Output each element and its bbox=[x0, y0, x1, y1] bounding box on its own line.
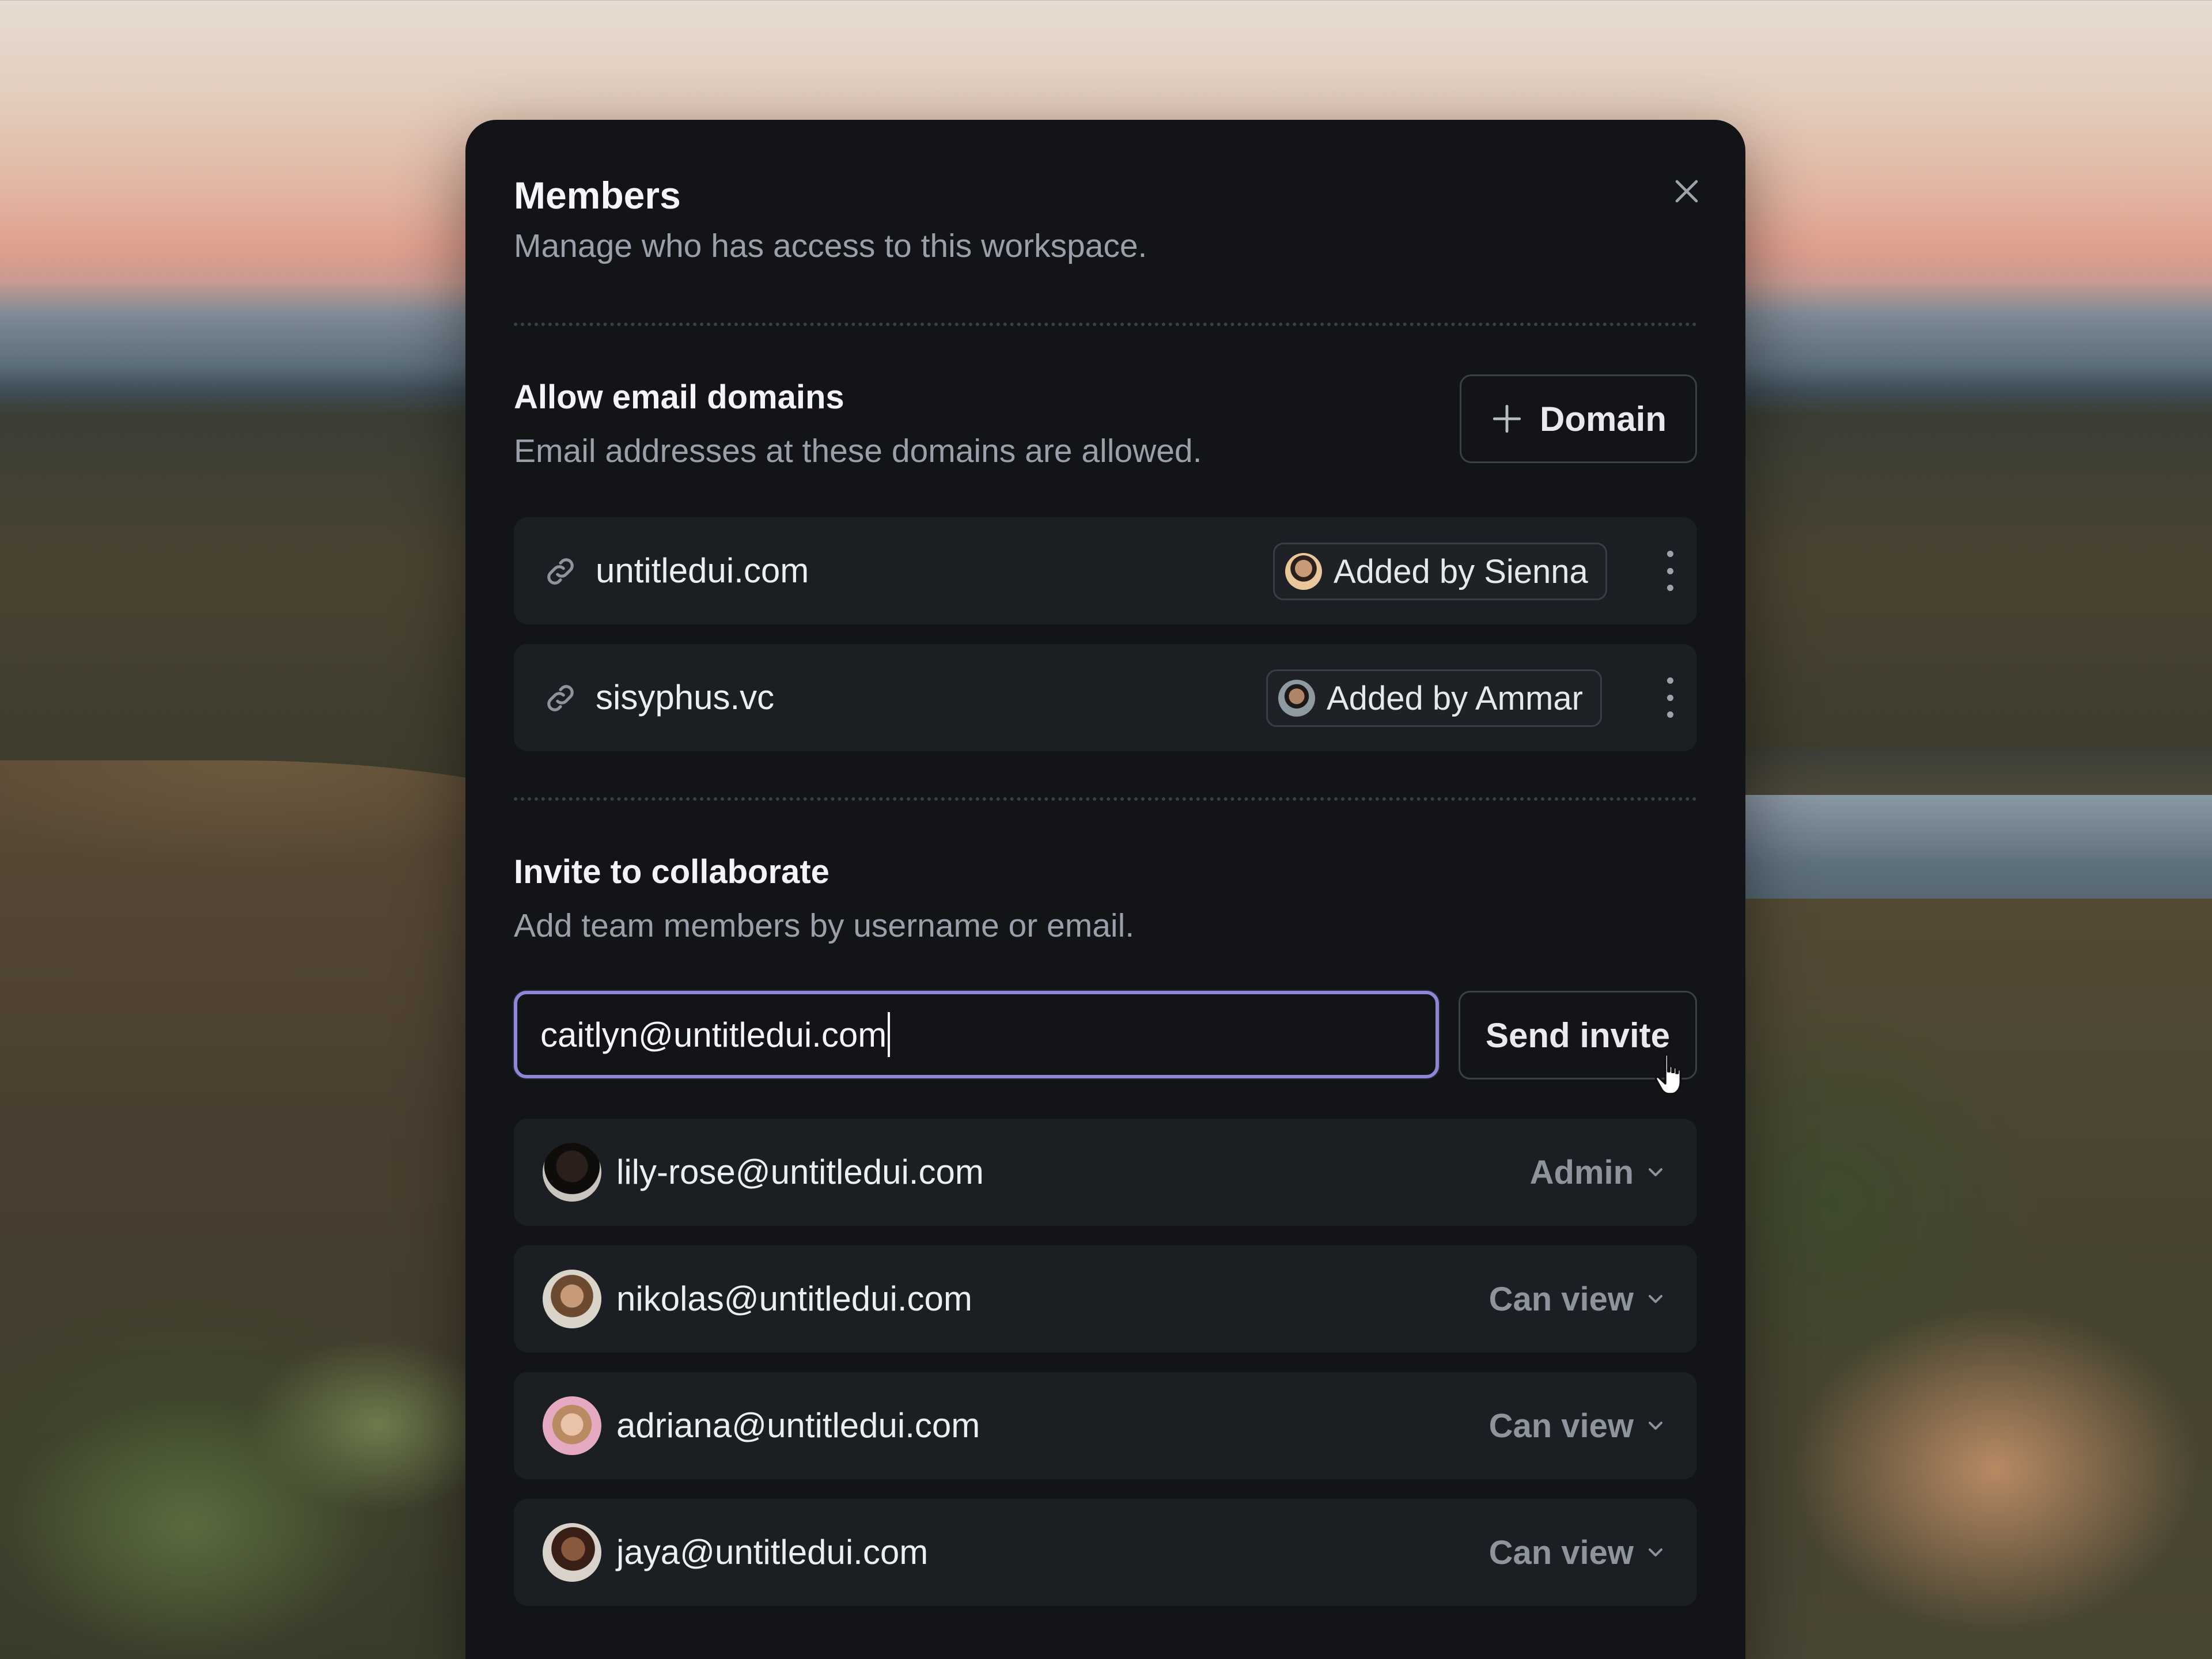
avatar bbox=[543, 1396, 601, 1455]
member-row: adriana@untitledui.com Can view bbox=[514, 1372, 1697, 1479]
role-label: Can view bbox=[1488, 1407, 1634, 1445]
background-bushes bbox=[0, 1325, 472, 1659]
dot bbox=[1666, 551, 1673, 557]
domain-name: sisyphus.vc bbox=[596, 678, 775, 717]
member-row: nikolas@untitledui.com Can view bbox=[514, 1245, 1697, 1353]
domains-section-subtitle: Email addresses at these domains are all… bbox=[514, 433, 1202, 469]
more-options-button[interactable] bbox=[1661, 677, 1679, 718]
dot bbox=[1666, 711, 1673, 718]
member-email: jaya@untitledui.com bbox=[616, 1533, 929, 1571]
member-email: lily-rose@untitledui.com bbox=[616, 1153, 984, 1191]
role-dropdown[interactable]: Admin bbox=[1530, 1119, 1667, 1226]
domains-section-title: Allow email domains bbox=[514, 378, 844, 416]
modal-title: Members bbox=[514, 174, 681, 217]
invite-email-value: caitlyn@untitledui.com bbox=[540, 1015, 887, 1054]
invite-section-title: Invite to collaborate bbox=[514, 853, 830, 891]
members-modal: Members Manage who has access to this wo… bbox=[465, 120, 1745, 1659]
domain-row: untitledui.com Added by Sienna bbox=[514, 517, 1697, 624]
domain-row: sisyphus.vc Added by Ammar bbox=[514, 644, 1697, 751]
avatar bbox=[543, 1143, 601, 1202]
plus-icon bbox=[1493, 404, 1521, 433]
role-dropdown[interactable]: Can view bbox=[1489, 1372, 1667, 1479]
member-row: jaya@untitledui.com Can view bbox=[514, 1499, 1697, 1606]
more-options-button[interactable] bbox=[1661, 551, 1679, 591]
hand-cursor-icon bbox=[1654, 1053, 1682, 1095]
added-by-badge: Added by Sienna bbox=[1273, 543, 1607, 600]
role-label: Can view bbox=[1488, 1280, 1634, 1318]
divider bbox=[514, 797, 1697, 801]
modal-subtitle: Manage who has access to this workspace. bbox=[514, 228, 1147, 265]
link-icon bbox=[547, 685, 574, 711]
role-dropdown[interactable]: Can view bbox=[1489, 1245, 1667, 1353]
close-icon bbox=[1675, 180, 1698, 203]
dot bbox=[1666, 585, 1673, 591]
role-label: Admin bbox=[1529, 1153, 1634, 1191]
modal-header: Members Manage who has access to this wo… bbox=[514, 173, 1147, 266]
add-domain-button[interactable]: Domain bbox=[1460, 374, 1697, 463]
invite-email-input[interactable]: caitlyn@untitledui.com bbox=[514, 991, 1439, 1078]
avatar bbox=[1285, 553, 1322, 590]
background-dune bbox=[1671, 899, 2212, 1659]
invite-section-subtitle: Add team members by username or email. bbox=[514, 907, 1135, 944]
text-caret bbox=[888, 1012, 891, 1057]
close-button[interactable] bbox=[1664, 168, 1710, 214]
dot bbox=[1666, 677, 1673, 684]
role-label: Can view bbox=[1488, 1533, 1634, 1571]
send-invite-label: Send invite bbox=[1485, 1016, 1671, 1055]
member-row: lily-rose@untitledui.com Admin bbox=[514, 1119, 1697, 1226]
domain-name: untitledui.com bbox=[596, 551, 809, 590]
chevron-down-icon bbox=[1649, 1295, 1662, 1303]
avatar bbox=[543, 1270, 601, 1328]
role-dropdown[interactable]: Can view bbox=[1489, 1499, 1667, 1606]
added-by-text: Added by Sienna bbox=[1334, 552, 1588, 590]
added-by-text: Added by Ammar bbox=[1327, 679, 1583, 717]
chevron-down-icon bbox=[1649, 1168, 1662, 1176]
chevron-down-icon bbox=[1649, 1548, 1662, 1556]
dot bbox=[1666, 694, 1673, 701]
member-email: adriana@untitledui.com bbox=[616, 1406, 980, 1445]
avatar bbox=[543, 1523, 601, 1582]
dot bbox=[1666, 567, 1673, 574]
avatar bbox=[1278, 680, 1315, 717]
link-icon bbox=[547, 558, 574, 585]
chevron-down-icon bbox=[1649, 1422, 1662, 1430]
member-email: nikolas@untitledui.com bbox=[616, 1279, 972, 1318]
add-domain-label: Domain bbox=[1539, 399, 1667, 438]
divider bbox=[514, 323, 1697, 326]
added-by-badge: Added by Ammar bbox=[1266, 669, 1602, 727]
